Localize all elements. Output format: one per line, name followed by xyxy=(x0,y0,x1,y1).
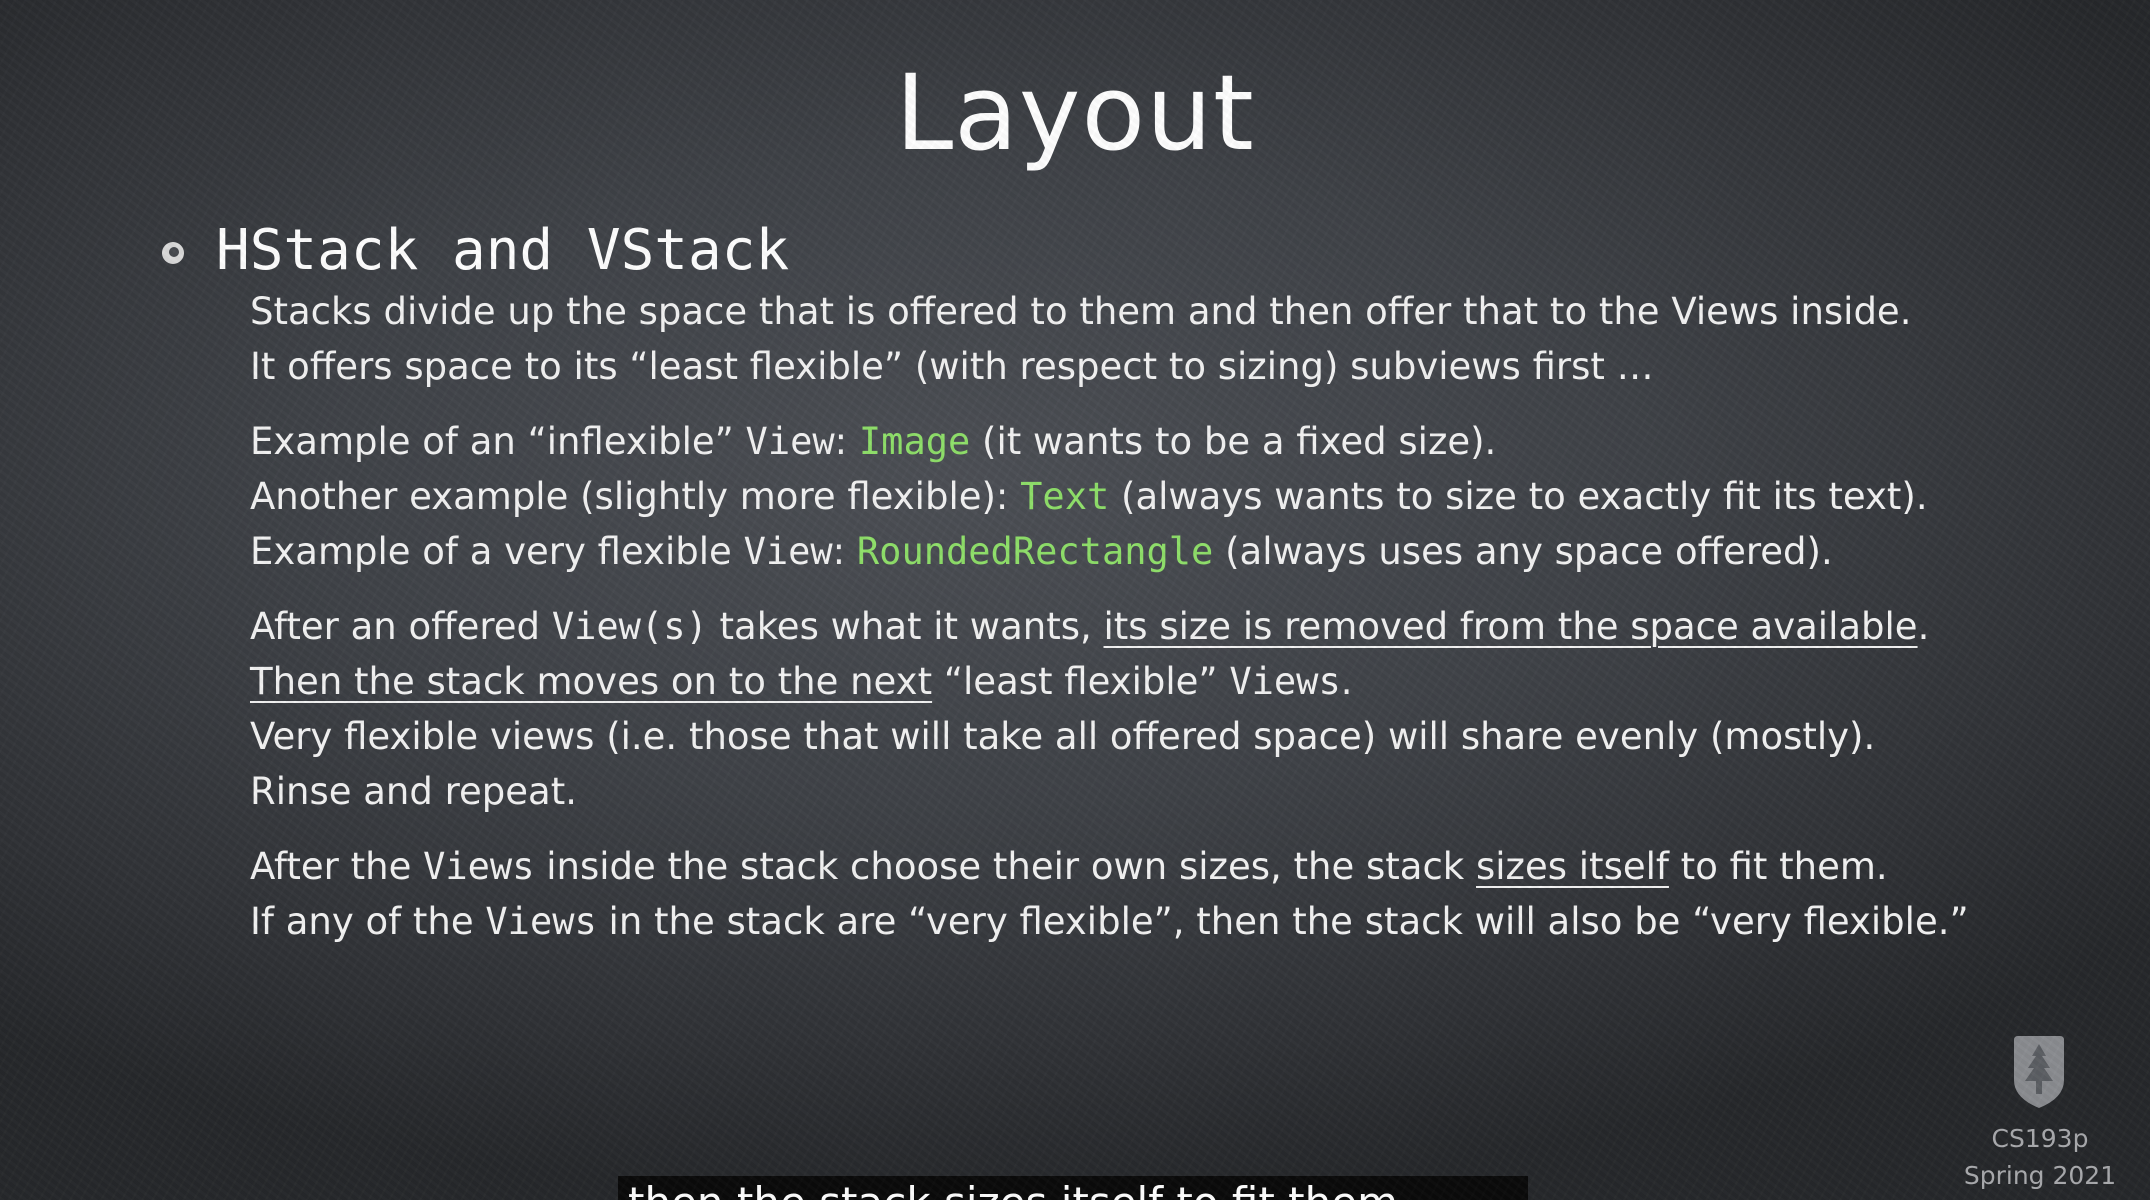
text-segment: (always wants to size to exactly fit its… xyxy=(1109,475,1928,518)
code-keyword: Text xyxy=(1020,475,1110,518)
text-segment: takes what it wants, xyxy=(707,605,1104,648)
course-label: CS193p Spring 2021 xyxy=(1940,1120,2140,1194)
paragraph-flexibility-examples: Example of an “inflexible” View: Image (… xyxy=(250,414,2050,579)
text-segment: in the stack are “very flexible”, then t… xyxy=(596,900,1969,943)
text-line: If any of the Views in the stack are “ve… xyxy=(250,894,2050,949)
text-segment: . xyxy=(1340,660,1353,703)
underlined-text: sizes itself xyxy=(1476,845,1669,888)
code-term: Views xyxy=(1229,660,1341,703)
paragraph-stack-offering: Stacks divide up the space that is offer… xyxy=(250,284,2050,394)
text-line: After an offered View(s) takes what it w… xyxy=(250,599,2050,654)
text-segment: : xyxy=(832,530,857,573)
text-line: Stacks divide up the space that is offer… xyxy=(250,290,1912,333)
text-line: Example of an “inflexible” View: Image (… xyxy=(250,414,2050,469)
slide-title: Layout xyxy=(895,52,1255,174)
text-line: Very flexible views (i.e. those that wil… xyxy=(250,715,1876,758)
underlined-text: Then the stack moves on to the next xyxy=(250,660,933,703)
slide-body: Stacks divide up the space that is offer… xyxy=(250,284,2050,969)
code-term: Views xyxy=(423,845,535,888)
text-segment: After an offered xyxy=(250,605,552,648)
course-code: CS193p xyxy=(1991,1124,2089,1153)
text-segment: If any of the xyxy=(250,900,486,943)
stanford-tree-logo-icon xyxy=(2014,1036,2064,1108)
course-term: Spring 2021 xyxy=(1963,1161,2117,1190)
code-keyword: Image xyxy=(858,420,971,463)
underlined-text: its size is removed from the space avail… xyxy=(1103,605,1918,648)
chalk-bullet-icon xyxy=(162,242,184,264)
paragraph-space-allocation: After an offered View(s) takes what it w… xyxy=(250,599,2050,819)
code-term: View xyxy=(745,420,835,463)
code-term: View xyxy=(743,530,833,573)
text-line: Then the stack moves on to the next “lea… xyxy=(250,654,2050,709)
code-term: Views xyxy=(485,900,597,943)
text-segment: Example of a very flexible xyxy=(250,530,744,573)
text-segment: . xyxy=(1917,605,1930,648)
text-segment: Another example (slightly more flexible)… xyxy=(250,475,1021,518)
subtitle-caption-bar: then the stack sizes itself to fit them. xyxy=(618,1176,1528,1200)
text-line: Rinse and repeat. xyxy=(250,770,577,813)
text-line: It offers space to its “least flexible” … xyxy=(250,345,1654,388)
text-line: Another example (slightly more flexible)… xyxy=(250,469,2050,524)
code-term: View(s) xyxy=(551,605,708,648)
section-heading: HStack and VStack xyxy=(216,218,790,283)
text-segment: (always uses any space offered). xyxy=(1213,530,1833,573)
text-line: Example of a very flexible View: Rounded… xyxy=(250,524,2050,579)
text-segment: : xyxy=(834,420,859,463)
text-segment: Example of an “inflexible” xyxy=(250,420,746,463)
text-segment: “least flexible” xyxy=(932,660,1230,703)
text-segment: inside the stack choose their own sizes,… xyxy=(534,845,1476,888)
text-segment: After the xyxy=(250,845,424,888)
slide: Layout HStack and VStack Stacks divide u… xyxy=(0,0,2150,1200)
text-line: After the Views inside the stack choose … xyxy=(250,839,2050,894)
paragraph-stack-sizing: After the Views inside the stack choose … xyxy=(250,839,2050,949)
text-segment: (it wants to be a fixed size). xyxy=(970,420,1497,463)
text-segment: to fit them. xyxy=(1668,845,1888,888)
code-keyword: RoundedRectangle xyxy=(856,530,1214,573)
subtitle-caption-text: then the stack sizes itself to fit them. xyxy=(628,1178,1411,1200)
